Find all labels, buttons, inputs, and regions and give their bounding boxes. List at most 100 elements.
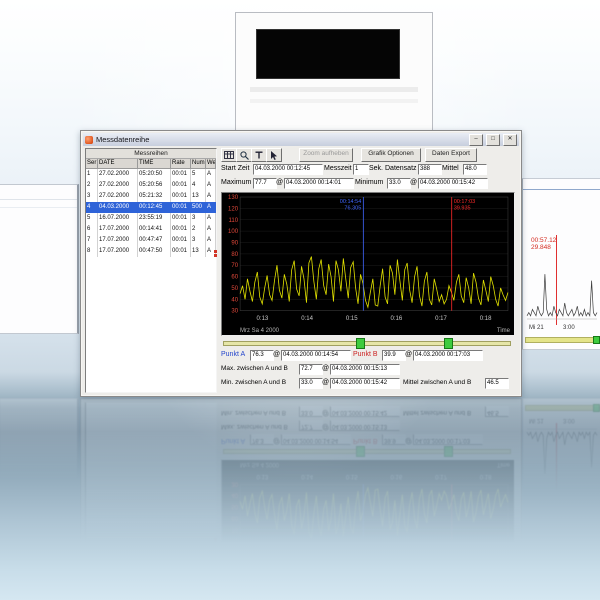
series-table: Messreihen SerDATETIMERateNumWeight 127.… — [85, 402, 217, 600]
svg-text:130: 130 — [228, 594, 239, 600]
messzeit-field[interactable]: 1 — [353, 164, 369, 175]
table-row[interactable]: 327.02.200005:21:3200:0113A — [86, 191, 216, 202]
y-axis-marker-icon — [214, 536, 218, 545]
close-button[interactable]: ✕ — [503, 134, 517, 146]
svg-text:30: 30 — [231, 480, 238, 486]
svg-text:120: 120 — [228, 583, 239, 589]
column-header[interactable]: Weight — [206, 159, 216, 169]
min-ab-field: 33.0 — [299, 406, 323, 417]
at-separator: @ — [273, 349, 280, 360]
left-side-panel — [0, 184, 79, 334]
svg-text:40: 40 — [231, 492, 238, 498]
series-table: Messreihen SerDATETIMERateNumWeight 127.… — [85, 148, 217, 393]
table-row[interactable]: 227.02.200005:20:5600:014A — [86, 180, 216, 191]
background-chart-area — [256, 29, 400, 79]
background-strip — [250, 99, 418, 103]
messzeit-label: Messzeit — [324, 163, 352, 174]
chart-date-label: Mrz Sa 4 2000 — [240, 328, 279, 334]
svg-text:130: 130 — [228, 195, 239, 201]
table-row[interactable]: 617.07.200000:14:4100:012A — [86, 224, 216, 235]
max-ab-time-field: 04.03.2000 00:15:13 — [330, 364, 400, 375]
mittel-label: Mittel — [442, 163, 459, 174]
cursor-tool-button[interactable] — [266, 148, 282, 162]
mini-x-tick: Mi 21 — [529, 325, 544, 331]
svg-text:0:13: 0:13 — [257, 473, 269, 479]
svg-text:0:17: 0:17 — [435, 316, 447, 322]
mini-cursor-time: 00:57.12 — [531, 237, 556, 244]
panel-divider — [0, 524, 77, 525]
punkt-b-time-field[interactable]: 04.03.2000 00:17:03 — [413, 350, 483, 361]
text-tool-button[interactable] — [251, 148, 267, 162]
column-header[interactable]: TIME — [138, 159, 171, 169]
table-body: 127.02.200005:20:5000:015A227.02.200005:… — [86, 169, 216, 257]
data-export-button[interactable]: Daten Export — [425, 148, 477, 162]
background-strip — [250, 87, 418, 92]
table-row[interactable]: 817.07.200000:47:5000:0113A — [86, 246, 216, 257]
chart-time-label: Time — [497, 461, 510, 467]
minimize-button[interactable]: – — [469, 134, 483, 146]
punkt-a-field[interactable]: 76.3 — [250, 350, 274, 361]
maximum-time-field: 04.03.2000 00:14:01 — [284, 178, 354, 189]
at-separator: @ — [273, 435, 280, 446]
min-ab-label: Min. zwischen A und B — [221, 377, 286, 388]
slider-handle-a[interactable] — [356, 338, 365, 349]
punkt-a-time-field[interactable]: 04.03.2000 00:14:54 — [281, 350, 351, 361]
mini-chart[interactable] — [525, 269, 599, 325]
column-header[interactable]: Rate — [171, 159, 191, 169]
table-row: 327.02.200005:21:3200:0113A — [86, 593, 216, 600]
column-header[interactable]: Num — [191, 159, 206, 169]
svg-text:39.935: 39.935 — [454, 206, 471, 212]
mini-slider-handle[interactable] — [593, 336, 600, 344]
zoom-reset-button[interactable]: Zoom aufheben — [299, 148, 353, 162]
chart-frame: 130120110100908070605040300:130:140:150:… — [221, 459, 515, 600]
y-axis-marker-icon — [214, 250, 218, 259]
table-body: 127.02.200005:20:5000:015A227.02.200005:… — [86, 538, 216, 600]
table-row[interactable]: 717.07.200000:47:4700:013A — [86, 235, 216, 246]
start-zeit-field[interactable]: 04.03.2000 00:12:45 — [253, 164, 323, 175]
slider-handle-b[interactable] — [444, 338, 453, 349]
svg-text:70: 70 — [231, 263, 238, 269]
svg-text:76.305: 76.305 — [344, 583, 361, 589]
panel-divider — [523, 558, 600, 559]
mini-x-tick: 3:00 — [563, 417, 575, 423]
svg-text:00:14:54: 00:14:54 — [340, 199, 362, 205]
graph-options-button[interactable]: Grafik Optionen — [361, 148, 421, 162]
table-row: 617.07.200000:14:4100:012A — [86, 560, 216, 571]
desktop-background: 00:57.12 29.848 Mi 21 3:00 Messdatenreih… — [0, 0, 600, 600]
maximum-label: Maximum — [221, 177, 251, 188]
svg-text:0:14: 0:14 — [301, 473, 313, 479]
svg-text:110: 110 — [229, 218, 239, 224]
reflection: 00:57.12 29.848 Mi 21 3:00 — [521, 398, 600, 570]
svg-text:76.305: 76.305 — [344, 206, 361, 212]
svg-text:110: 110 — [229, 571, 239, 577]
titlebar[interactable]: Messdatenreihe – □ ✕ — [83, 133, 519, 146]
app-window: Messdatenreihe – □ ✕ Messreihen SerDATET… — [80, 130, 522, 397]
table-row[interactable]: 404.03.200000:12:4500:01500A — [86, 202, 216, 213]
svg-text:0:17: 0:17 — [435, 473, 447, 479]
maximum-field: 77.7 — [253, 178, 277, 189]
zoom-tool-button[interactable] — [236, 148, 252, 162]
slider-handle-a — [356, 446, 365, 457]
chart-time-label: Time — [497, 328, 510, 334]
svg-text:40: 40 — [231, 297, 238, 303]
table-tool-button[interactable] — [221, 148, 237, 162]
max-ab-label: Max. zwischen A und B — [221, 421, 288, 432]
mittel-ab-label: Mittel zwischen A und B — [403, 407, 471, 418]
main-chart: 130120110100908070605040300:130:140:150:… — [222, 460, 514, 600]
maximize-button[interactable]: □ — [486, 134, 500, 146]
main-chart[interactable]: 130120110100908070605040300:130:140:150:… — [222, 193, 514, 335]
table-row[interactable]: 516.07.200023:55:1900:013A — [86, 213, 216, 224]
table-row[interactable]: 127.02.200005:20:5000:015A — [86, 169, 216, 180]
datensatz-field[interactable]: 388 — [418, 164, 442, 175]
text-icon — [255, 151, 263, 159]
mini-slider-track[interactable] — [525, 337, 600, 343]
punkt-b-field[interactable]: 39.9 — [382, 350, 406, 361]
svg-text:60: 60 — [231, 514, 238, 520]
column-header[interactable]: Ser — [86, 159, 98, 169]
at-separator: @ — [322, 377, 329, 388]
mini-cursor-value: 29.848 — [531, 244, 556, 251]
slider-track[interactable] — [223, 341, 511, 346]
svg-text:0:18: 0:18 — [480, 473, 492, 479]
column-header[interactable]: DATE — [98, 159, 138, 169]
svg-text:0:13: 0:13 — [257, 316, 269, 322]
